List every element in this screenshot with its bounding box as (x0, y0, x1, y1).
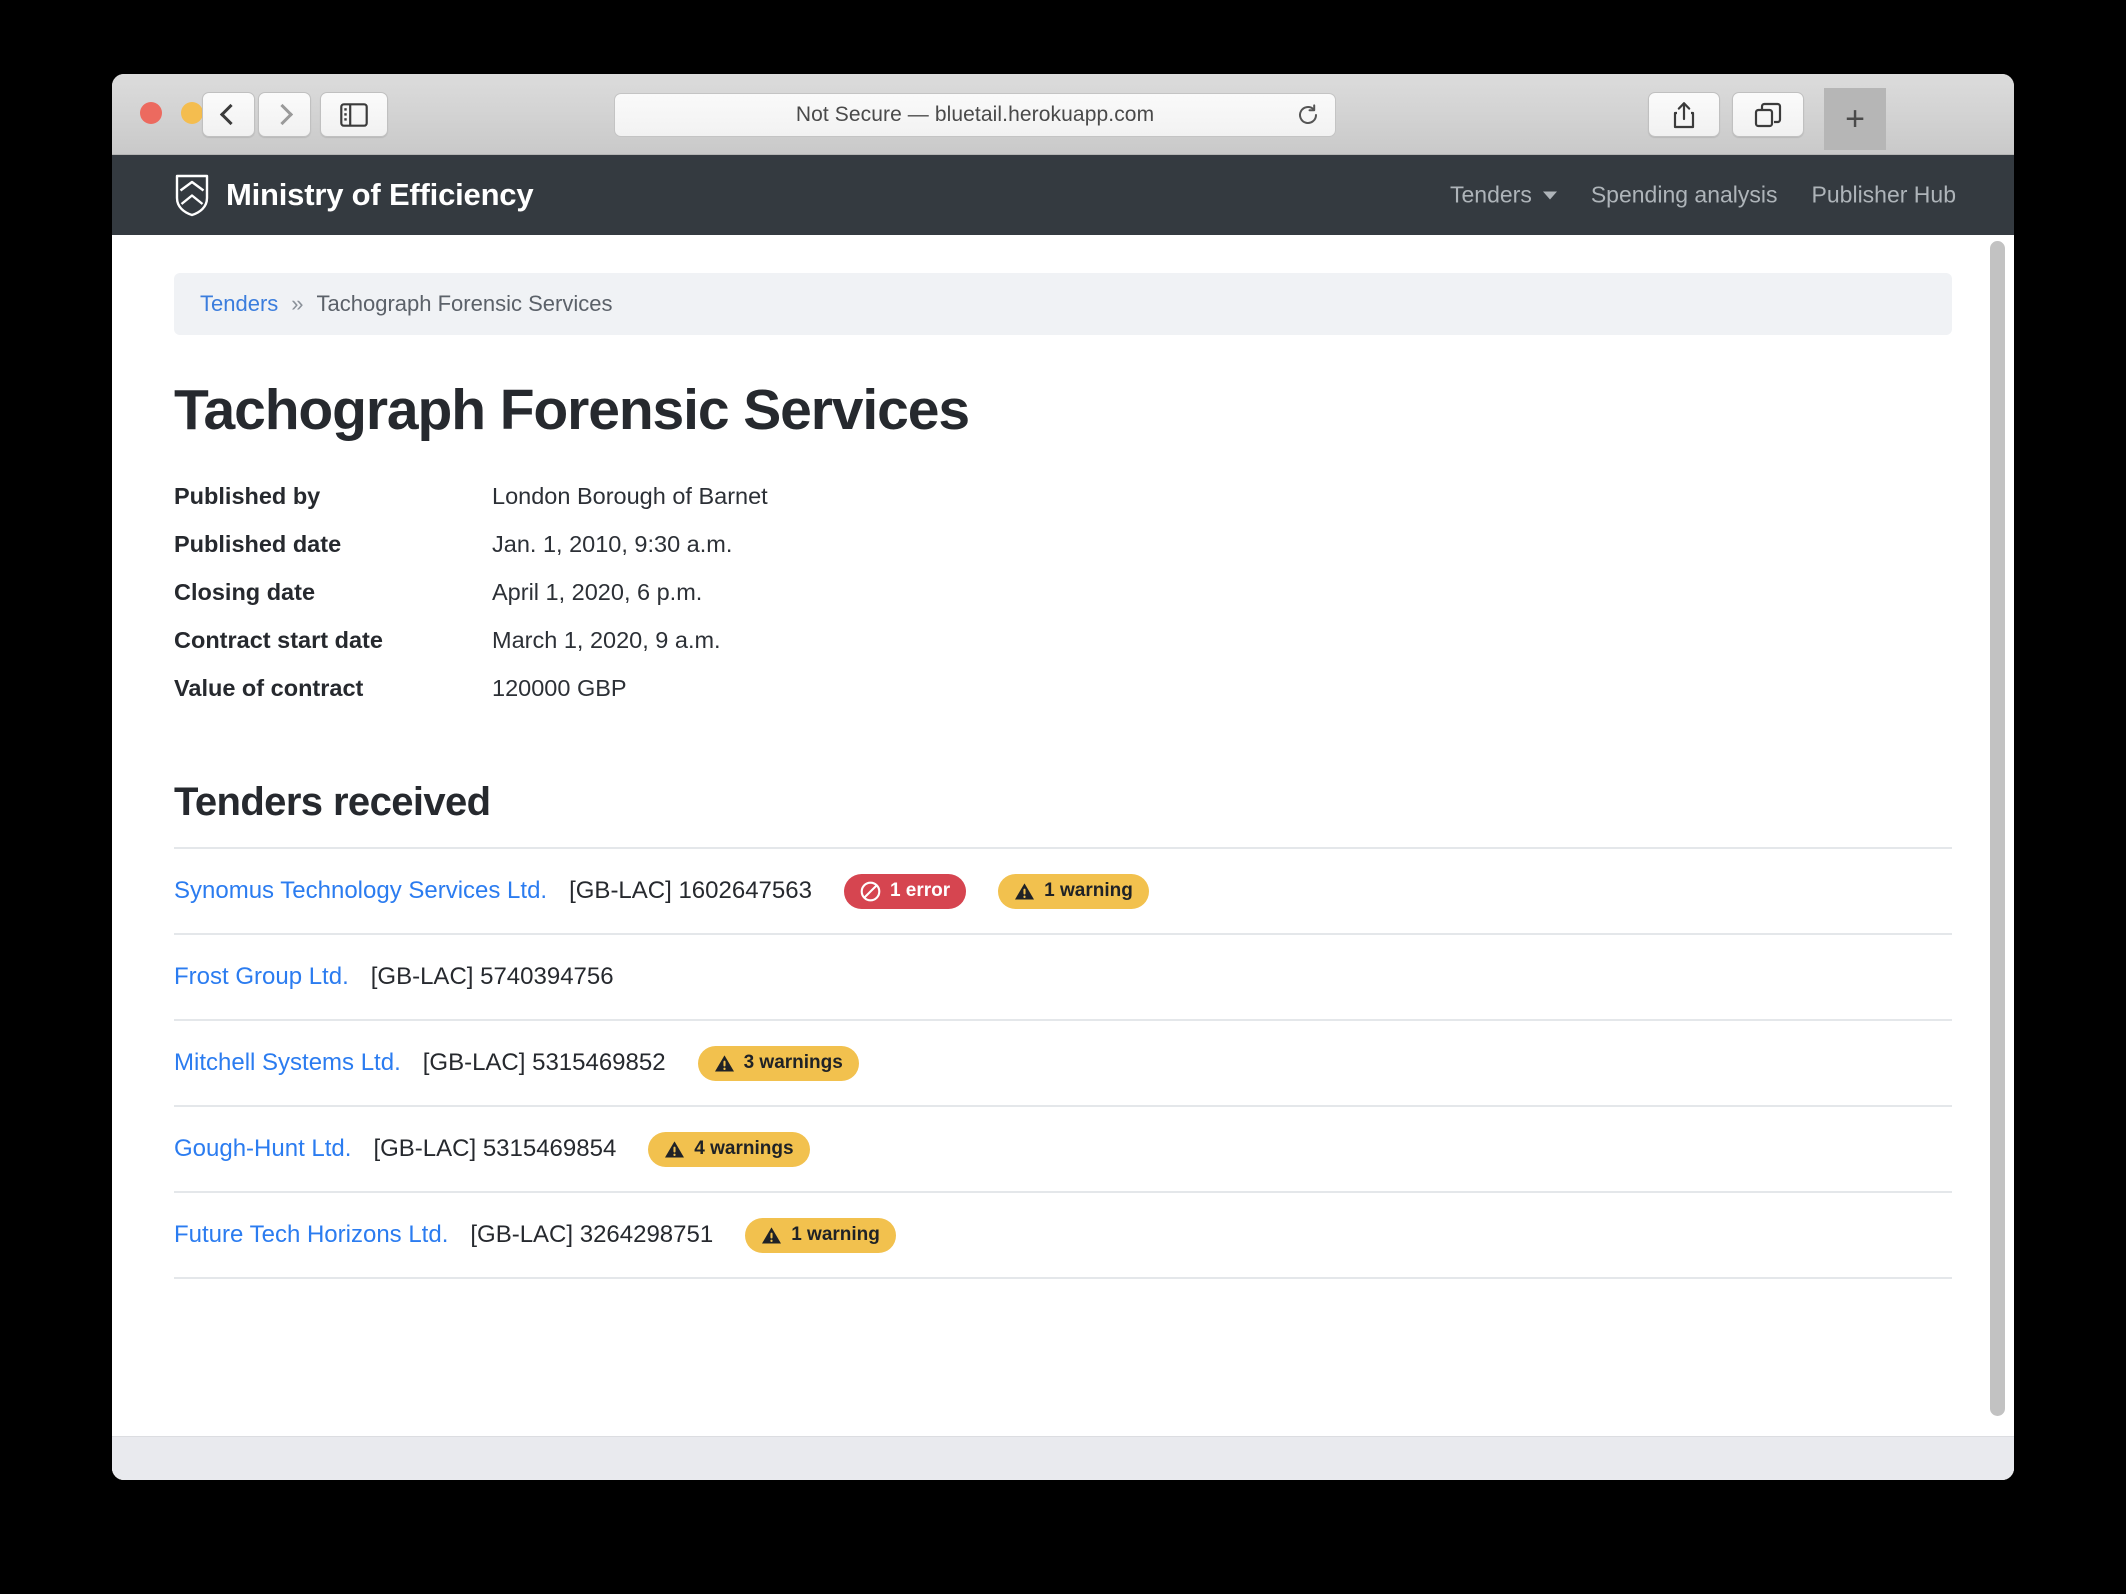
warning-badge[interactable]: 1 warning (745, 1217, 896, 1253)
shield-logo-icon (175, 174, 209, 217)
nav-item-tenders-label: Tenders (1450, 181, 1532, 208)
reload-icon[interactable] (1297, 104, 1319, 126)
tender-supplier-link[interactable]: Mitchell Systems Ltd. (174, 1049, 401, 1077)
warning-badge[interactable]: 4 warnings (648, 1131, 810, 1167)
detail-label: Published date (174, 531, 342, 557)
detail-value: March 1, 2020, 9 a.m. (492, 627, 721, 653)
error-badge-label: 1 error (889, 880, 951, 901)
forward-button[interactable] (258, 92, 311, 137)
breadcrumb-link-tenders[interactable]: Tenders (200, 291, 278, 317)
browser-window: Not Secure — bluetail.herokuapp.com + Mi… (112, 74, 2014, 1480)
new-tab-button[interactable]: + (1824, 88, 1886, 150)
detail-value: London Borough of Barnet (492, 483, 768, 509)
sidebar-icon (340, 102, 368, 127)
detail-label: Closing date (174, 579, 316, 605)
browser-toolbar: Not Secure — bluetail.herokuapp.com + (112, 74, 2014, 155)
tender-supplier-link[interactable]: Synomus Technology Services Ltd. (174, 877, 547, 905)
tab-overview-button[interactable] (1732, 92, 1804, 137)
page-content: Tenders » Tachograph Forensic Services T… (112, 273, 2014, 1279)
window-footer-strip (112, 1436, 2014, 1480)
nav-item-spending-analysis[interactable]: Spending analysis (1591, 182, 1778, 209)
brand[interactable]: Ministry of Efficiency (174, 173, 534, 217)
minimize-window-button[interactable] (181, 102, 203, 124)
close-window-button[interactable] (140, 102, 162, 124)
address-bar[interactable]: Not Secure — bluetail.herokuapp.com (614, 93, 1336, 137)
warning-badge-label: 1 warning (791, 1224, 880, 1245)
tender-supplier-id: [GB-LAC] 5315469854 (373, 1135, 617, 1162)
back-button[interactable] (202, 92, 255, 137)
tender-supplier-link[interactable]: Gough-Hunt Ltd. (174, 1135, 351, 1163)
tender-row: Frost Group Ltd. [GB-LAC] 5740394756 (174, 935, 1952, 1021)
warning-badge-label: 3 warnings (743, 1052, 843, 1073)
share-icon (1673, 101, 1695, 128)
warning-icon (665, 1140, 685, 1157)
tenders-received-heading: Tenders received (174, 780, 1952, 849)
detail-row: Published by London Borough of Barnet (174, 483, 1952, 510)
detail-label: Contract start date (174, 627, 383, 653)
brand-title: Ministry of Efficiency (226, 177, 534, 212)
page-title: Tachograph Forensic Services (174, 378, 970, 442)
tender-supplier-link[interactable]: Future Tech Horizons Ltd. (174, 1221, 448, 1249)
vertical-scrollbar-thumb[interactable] (1990, 241, 2005, 1416)
detail-row: Published date Jan. 1, 2010, 9:30 a.m. (174, 531, 1952, 558)
warning-badge-label: 1 warning (1044, 880, 1133, 901)
warning-icon (714, 1054, 734, 1071)
share-button[interactable] (1648, 92, 1720, 137)
nav-item-spending-analysis-label: Spending analysis (1590, 181, 1778, 208)
chevron-left-icon (219, 103, 242, 126)
detail-label: Published by (174, 483, 321, 509)
sidebar-toggle-button[interactable] (320, 92, 388, 137)
breadcrumb: Tenders » Tachograph Forensic Services (174, 273, 1952, 335)
tender-supplier-id: [GB-LAC] 5315469852 (422, 1049, 666, 1076)
tender-supplier-id: [GB-LAC] 1602647563 (569, 877, 812, 904)
nav-item-publisher-hub-label: Publisher Hub (1811, 181, 1956, 208)
chevron-down-icon (1542, 191, 1557, 199)
detail-row: Value of contract 120000 GBP (174, 675, 1952, 702)
site-header: Ministry of Efficiency Tenders Spending … (112, 155, 2014, 235)
tender-row: Synomus Technology Services Ltd. [GB-LAC]… (174, 849, 1952, 935)
tender-row: Future Tech Horizons Ltd. [GB-LAC] 326429… (174, 1193, 1952, 1279)
page-viewport: Ministry of Efficiency Tenders Spending … (112, 155, 2014, 1480)
copy-tabs-icon (1754, 102, 1782, 127)
nav-item-tenders[interactable]: Tenders (1450, 182, 1557, 209)
tender-supplier-link[interactable]: Frost Group Ltd. (174, 963, 349, 991)
detail-value: 120000 GBP (492, 675, 627, 701)
address-text: Not Secure — bluetail.herokuapp.com (795, 103, 1155, 126)
detail-row: Closing date April 1, 2020, 6 p.m. (174, 579, 1952, 606)
tender-supplier-id: [GB-LAC] 3264298751 (470, 1221, 714, 1248)
breadcrumb-separator: » (291, 291, 304, 316)
warning-badge-label: 4 warnings (694, 1138, 794, 1159)
warning-badge[interactable]: 3 warnings (697, 1045, 859, 1081)
breadcrumb-current: Tachograph Forensic Services (316, 291, 613, 316)
detail-value: Jan. 1, 2010, 9:30 a.m. (492, 531, 733, 557)
tender-details-list: Published by London Borough of Barnet Publ… (174, 483, 1952, 702)
tender-row: Mitchell Systems Ltd. [GB-LAC] 5315469852… (174, 1021, 1952, 1107)
warning-icon (762, 1226, 782, 1243)
main-nav: Tenders Spending analysis Publisher Hub (1450, 182, 1956, 209)
error-icon (860, 881, 881, 901)
warning-badge[interactable]: 1 warning (998, 873, 1149, 909)
vertical-scrollbar[interactable] (1986, 241, 2008, 1465)
tenders-received-list: Synomus Technology Services Ltd. [GB-LAC]… (174, 849, 1952, 1279)
detail-label: Value of contract (174, 675, 364, 701)
tender-supplier-id: [GB-LAC] 5740394756 (370, 963, 614, 990)
warning-icon (1015, 882, 1035, 899)
detail-row: Contract start date March 1, 2020, 9 a.m. (174, 627, 1952, 654)
chevron-right-icon (271, 103, 294, 126)
nav-item-publisher-hub[interactable]: Publisher Hub (1812, 182, 1956, 209)
detail-value: April 1, 2020, 6 p.m. (492, 579, 703, 605)
tender-row: Gough-Hunt Ltd. [GB-LAC] 5315469854 4 warn… (174, 1107, 1952, 1193)
error-badge[interactable]: 1 error (843, 873, 967, 909)
